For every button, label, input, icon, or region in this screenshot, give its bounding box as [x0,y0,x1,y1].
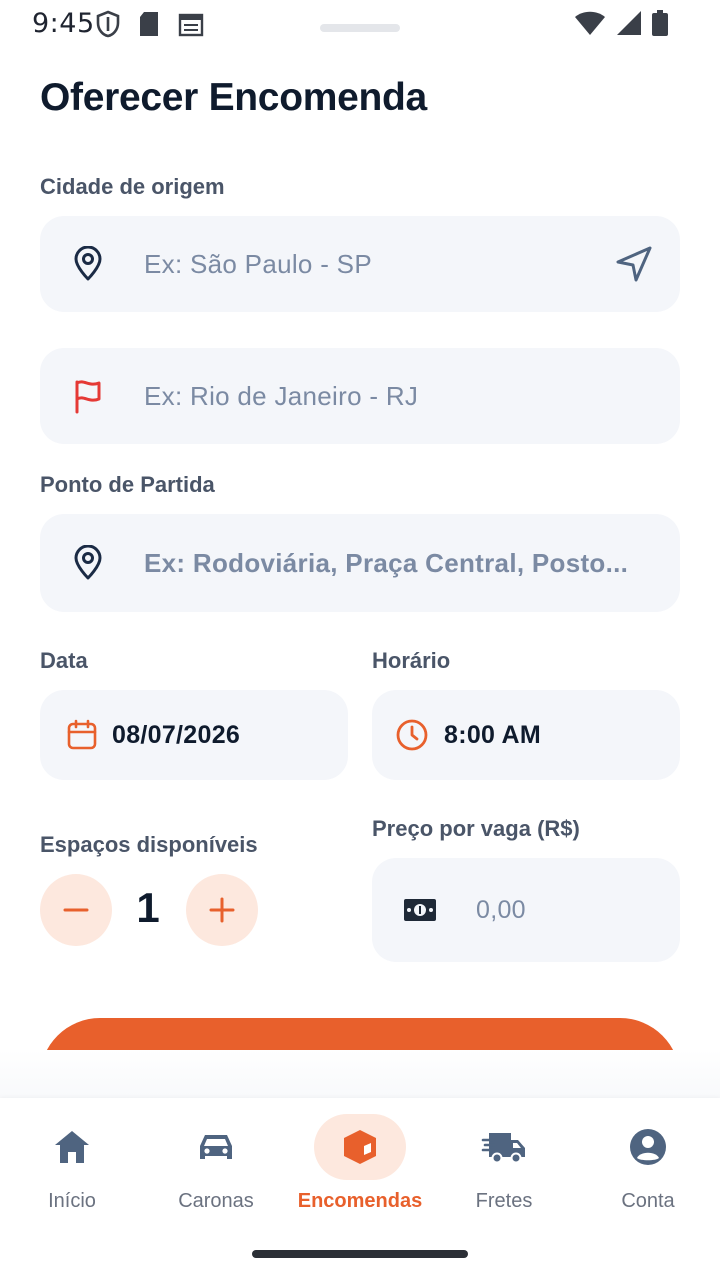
minus-icon [63,908,89,912]
origin-city-input[interactable]: Ex: São Paulo - SP [40,216,680,312]
status-bar: 9:45 [0,0,720,48]
decrease-spaces-button[interactable] [40,874,112,946]
map-pin-icon [70,246,106,282]
price-label: Preço por vaga (R$) [372,816,580,841]
spaces-value: 1 [136,884,160,931]
nav-label-caronas: Caronas [178,1190,254,1212]
app-screen: 9:45 Oferecer Encomenda Cidade de origem… [0,0,720,1280]
origin-placeholder: Ex: São Paulo - SP [144,248,372,279]
nav-item-caronas[interactable]: Caronas [144,1112,288,1232]
spaces-label: Espaços disponíveis [40,832,258,857]
price-placeholder: 0,00 [476,895,526,924]
home-icon [55,1131,89,1163]
scroll-fade [0,1050,720,1098]
date-value: 08/07/2026 [112,720,241,749]
money-icon [402,892,438,928]
departure-point-placeholder: Ex: Rodoviária, Praça Central, Posto... [144,547,629,578]
time-picker[interactable]: 8:00 AM [372,690,680,780]
flag-icon [70,378,106,414]
map-pin-icon [70,545,106,581]
increase-spaces-button[interactable] [186,874,258,946]
destination-city-input[interactable]: Ex: Rio de Janeiro - RJ [40,348,680,444]
plus-icon [209,897,235,923]
status-time: 9:45 [32,8,95,39]
date-label: Data [40,648,88,673]
departure-point-label: Ponto de Partida [40,472,215,497]
nav-item-encomendas[interactable]: Encomendas [288,1112,432,1232]
home-indicator[interactable] [252,1250,468,1258]
nav-label-encomendas: Encomendas [297,1190,423,1212]
origin-label: Cidade de origem [40,174,225,199]
signal-icon [617,11,641,35]
nav-label-conta: Conta [621,1190,675,1212]
car-icon [200,1135,232,1159]
nav-label-fretes: Fretes [475,1190,533,1212]
calendar-notification-icon [178,13,204,37]
nav-item-fretes[interactable]: Fretes [432,1112,576,1232]
notch-pill [320,24,400,32]
time-value: 8:00 AM [444,720,542,749]
page-title: Oferecer Encomenda [40,76,427,119]
date-picker[interactable]: 08/07/2026 [40,690,348,780]
departure-point-input[interactable]: Ex: Rodoviária, Praça Central, Posto... [40,514,680,612]
nav-item-inicio[interactable]: Início [0,1112,144,1232]
nav-label-inicio: Início [48,1190,96,1212]
wifi-icon [575,11,605,35]
shield-icon [96,10,120,38]
account-icon [630,1129,666,1165]
clock-icon [394,717,430,753]
battery-icon [652,10,668,36]
package-icon [344,1130,376,1164]
destination-placeholder: Ex: Rio de Janeiro - RJ [144,380,419,411]
navigation-arrow-icon[interactable] [614,244,654,284]
time-label: Horário [372,648,451,673]
nav-item-conta[interactable]: Conta [576,1112,720,1232]
price-input[interactable]: 0,00 [372,858,680,962]
truck-icon [481,1133,525,1164]
sd-card-icon [140,12,158,36]
calendar-icon [64,717,100,753]
